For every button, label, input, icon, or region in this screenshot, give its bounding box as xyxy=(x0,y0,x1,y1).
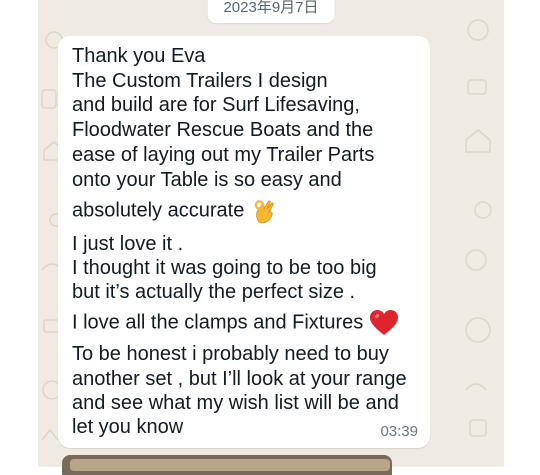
message-line: absolutely accurate xyxy=(72,199,245,222)
message-line-with-emoji: I love all the clamps and Fixtures xyxy=(72,309,399,337)
message-line: To be honest i probably need to buy xyxy=(72,343,389,365)
message-line: and see what my wish list will be and xyxy=(72,392,399,414)
message-line: I thought it was going to be too big xyxy=(72,257,377,279)
message-line: and build are for Surf Lifesaving, xyxy=(72,94,360,116)
ok-hand-emoji-icon xyxy=(254,200,274,224)
message-line: The Custom Trailers I design xyxy=(72,70,328,92)
message-line: ease of laying out my Trailer Parts xyxy=(72,144,375,166)
next-image-thumbnail xyxy=(70,459,390,471)
message-line: I love all the clamps and Fixtures xyxy=(72,311,364,334)
message-line: I just love it . xyxy=(72,233,184,255)
message-bubble-incoming[interactable]: Thank you Eva The Custom Trailers I desi… xyxy=(58,36,430,448)
message-line: Floodwater Rescue Boats and the xyxy=(72,119,374,141)
message-timestamp: 03:39 xyxy=(380,423,418,440)
message-line: Thank you Eva xyxy=(72,45,206,67)
message-line: but it’s actually the perfect size . xyxy=(72,281,356,303)
message-line: let you know xyxy=(72,416,184,438)
message-line-with-emoji: absolutely accurate xyxy=(72,198,278,224)
message-line: onto your Table is so easy and xyxy=(72,169,342,191)
message-line: another set , but I’ll look at your rang… xyxy=(72,368,407,390)
red-heart-emoji-icon xyxy=(369,310,398,335)
date-chip: 2023年9月7日 xyxy=(207,0,335,23)
